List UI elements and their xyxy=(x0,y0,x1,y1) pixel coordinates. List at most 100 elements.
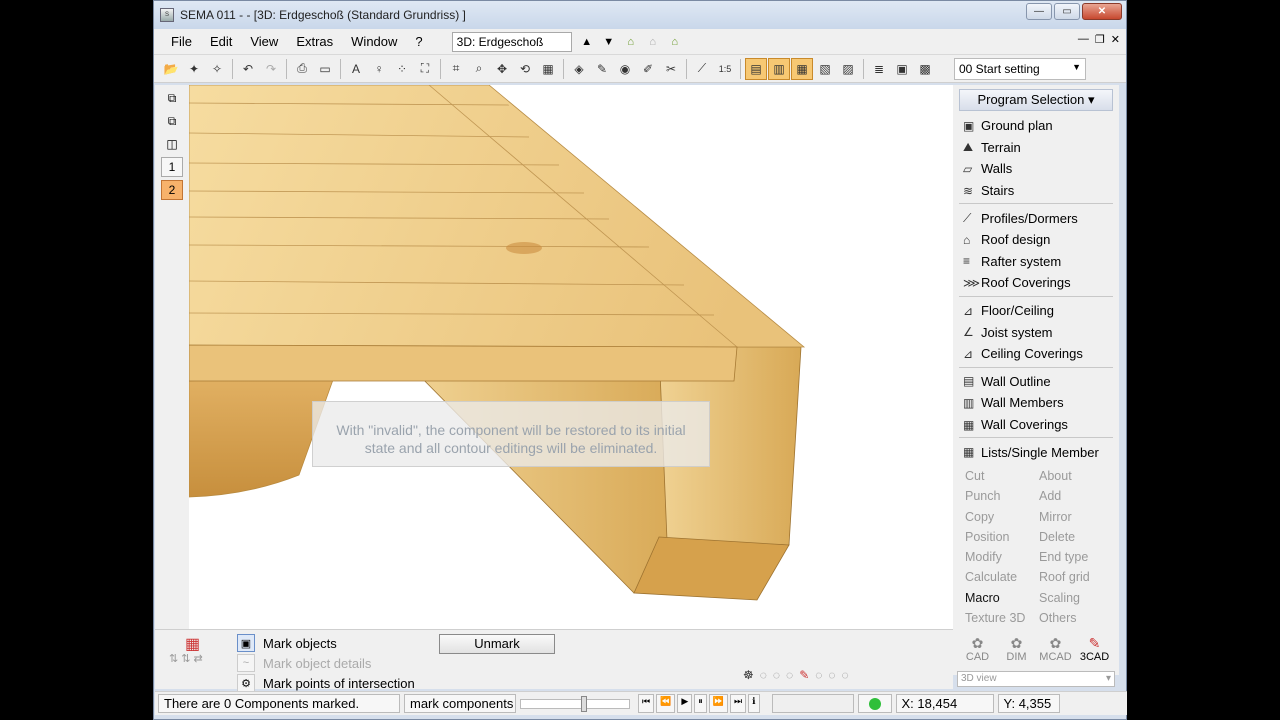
cube-icon[interactable]: ◈ xyxy=(568,58,590,80)
measure-icon[interactable]: ⟋ xyxy=(691,58,713,80)
house-icon[interactable]: ⌂ xyxy=(644,36,662,48)
layer-stack-2-icon[interactable]: ⧉ xyxy=(161,111,183,131)
program-item-rafter-system[interactable]: ≡ Rafter system xyxy=(953,251,1119,273)
mode-mcad-button[interactable]: ✿ MCAD xyxy=(1037,635,1074,663)
minimize-button[interactable]: — xyxy=(1026,3,1052,20)
close-button[interactable]: ✕ xyxy=(1082,3,1122,20)
command-position[interactable]: Position xyxy=(965,530,1039,550)
brush-icon[interactable]: ✐ xyxy=(637,58,659,80)
print-icon[interactable]: ⎙ xyxy=(291,58,313,80)
program-item-ground-plan[interactable]: ▣ Ground plan xyxy=(953,115,1119,137)
view-tool-2-icon[interactable]: ◌ xyxy=(760,668,767,682)
house-stack-icon[interactable]: ⌂ xyxy=(666,36,684,48)
command-calculate[interactable]: Calculate xyxy=(965,570,1039,590)
render-mode-4-icon[interactable]: ▧ xyxy=(814,58,836,80)
menu-extras[interactable]: Extras xyxy=(287,34,342,49)
menu-file[interactable]: File xyxy=(162,34,201,49)
view-up-arrow-icon[interactable]: ▲ xyxy=(578,36,596,48)
rotate-icon[interactable]: ⟲ xyxy=(514,58,536,80)
layer-1-button[interactable]: 1 xyxy=(161,157,183,177)
program-item-lists-single-member[interactable]: ▦ Lists/Single Member xyxy=(953,441,1119,463)
view-select[interactable]: 3D: Erdgeschoß xyxy=(451,31,572,52)
text-icon[interactable]: A xyxy=(345,58,367,80)
program-item-floor-ceiling[interactable]: ⊿ Floor/Ceiling xyxy=(953,300,1119,322)
first-frame-icon[interactable]: ⏮ xyxy=(638,694,655,713)
eye-icon[interactable]: ◉ xyxy=(614,58,636,80)
page-icon[interactable]: ▭ xyxy=(314,58,336,80)
mode-3cad-button[interactable]: ✎ 3CAD xyxy=(1076,635,1113,663)
open-icon[interactable]: 📂 xyxy=(160,58,182,80)
menu-edit[interactable]: Edit xyxy=(201,34,241,49)
command-cut[interactable]: Cut xyxy=(965,469,1039,489)
view-dropdown[interactable]: 3D view ▾ xyxy=(957,671,1115,688)
render-mode-2-icon[interactable]: ▥ xyxy=(768,57,790,80)
view-down-arrow-icon[interactable]: ▼ xyxy=(600,36,618,48)
view-tool-7-icon[interactable]: ◌ xyxy=(828,668,835,682)
view-tool-6-icon[interactable]: ◌ xyxy=(815,668,822,682)
start-setting-select[interactable]: 00 Start setting ▼ xyxy=(954,58,1086,80)
program-item-ceiling-coverings[interactable]: ⊿ Ceiling Coverings xyxy=(953,343,1119,365)
last-frame-icon[interactable]: ⏭ xyxy=(729,694,747,713)
info-icon[interactable]: ℹ xyxy=(748,694,760,713)
mdi-close-button[interactable]: ✕ xyxy=(1111,33,1120,46)
layers-icon[interactable]: ≣ xyxy=(868,58,890,80)
play-icon[interactable]: ▶ xyxy=(677,694,693,713)
undo-icon[interactable]: ↶ xyxy=(237,58,259,80)
program-item-wall-coverings[interactable]: ▦ Wall Coverings xyxy=(953,414,1119,436)
command-end-type[interactable]: End type xyxy=(1039,550,1113,570)
program-item-roof-design[interactable]: ⌂ Roof design xyxy=(953,229,1119,251)
view-tool-8-icon[interactable]: ◌ xyxy=(842,668,849,682)
animation-slider[interactable] xyxy=(520,695,630,712)
redo-icon[interactable]: ↷ xyxy=(260,58,282,80)
program-item-wall-outline[interactable]: ▤ Wall Outline xyxy=(953,371,1119,393)
command-about[interactable]: About xyxy=(1039,469,1113,489)
layer-stack-icon[interactable]: ⧉ xyxy=(161,88,183,108)
pause-icon[interactable]: ⏸ xyxy=(694,694,707,713)
program-item-joist-system[interactable]: ∠ Joist system xyxy=(953,321,1119,343)
light-icon[interactable]: ♀ xyxy=(368,58,390,80)
mark-mode-icons[interactable]: ⇅ ⇅ ⇄ xyxy=(169,652,203,665)
image-icon[interactable]: ▩ xyxy=(914,58,936,80)
slider-thumb[interactable] xyxy=(581,695,587,712)
pan-icon[interactable]: ✥ xyxy=(491,58,513,80)
program-item-walls[interactable]: ▱ Walls xyxy=(953,158,1119,180)
command-add[interactable]: Add xyxy=(1039,489,1113,509)
command-mirror[interactable]: Mirror xyxy=(1039,510,1113,530)
command-roof-grid[interactable]: Roof grid xyxy=(1039,570,1113,590)
view-options-icon[interactable]: ▦ xyxy=(537,58,559,80)
mdi-minimize-button[interactable]: — xyxy=(1078,33,1089,46)
mark-tool-icon[interactable]: ▦ xyxy=(185,634,200,654)
3d-viewport[interactable]: With "invalid", the component will be re… xyxy=(189,85,953,629)
menu-help[interactable]: ? xyxy=(406,34,431,49)
maximize-button[interactable]: ▭ xyxy=(1054,3,1080,20)
render-mode-3-icon[interactable]: ▦ xyxy=(791,57,813,80)
program-item-profiles-dormers[interactable]: ⟋ Profiles/Dormers xyxy=(953,207,1119,229)
menu-window[interactable]: Window xyxy=(342,34,406,49)
mark-points-option[interactable]: ⚙ Mark points of intersection xyxy=(237,673,415,693)
view-tool-1-icon[interactable]: ☸ xyxy=(743,668,754,682)
mode-cad-button[interactable]: ✿ CAD xyxy=(959,635,996,663)
scale-icon[interactable]: 1:5 xyxy=(714,58,736,80)
wand-icon[interactable]: ✦ xyxy=(183,58,205,80)
view-tool-3-icon[interactable]: ◌ xyxy=(773,668,780,682)
program-item-wall-members[interactable]: ▥ Wall Members xyxy=(953,392,1119,414)
command-texture-3d[interactable]: Texture 3D xyxy=(965,611,1039,631)
mode-dim-button[interactable]: ✿ DIM xyxy=(998,635,1035,663)
house-add-icon[interactable]: ⌂ xyxy=(622,36,640,48)
command-others[interactable]: Others xyxy=(1039,611,1113,631)
command-macro[interactable]: Macro xyxy=(965,591,1039,611)
command-delete[interactable]: Delete xyxy=(1039,530,1113,550)
view-tool-4-icon[interactable]: ◌ xyxy=(786,668,793,682)
menu-view[interactable]: View xyxy=(241,34,287,49)
snap-icon[interactable]: ⁘ xyxy=(391,58,413,80)
command-punch[interactable]: Punch xyxy=(965,489,1039,509)
mark-objects-option[interactable]: ▣ Mark objects xyxy=(237,633,337,653)
fit-icon[interactable]: ⛶ xyxy=(414,58,436,80)
prev-frame-icon[interactable]: ⏪ xyxy=(656,694,676,713)
tools-icon[interactable]: ✂ xyxy=(660,58,682,80)
render-mode-1-icon[interactable]: ▤ xyxy=(745,57,767,80)
mark-object-details-option[interactable]: ~ Mark object details xyxy=(237,653,371,673)
next-frame-icon[interactable]: ⏩ xyxy=(708,694,728,713)
render-mode-5-icon[interactable]: ▨ xyxy=(837,58,859,80)
command-scaling[interactable]: Scaling xyxy=(1039,591,1113,611)
